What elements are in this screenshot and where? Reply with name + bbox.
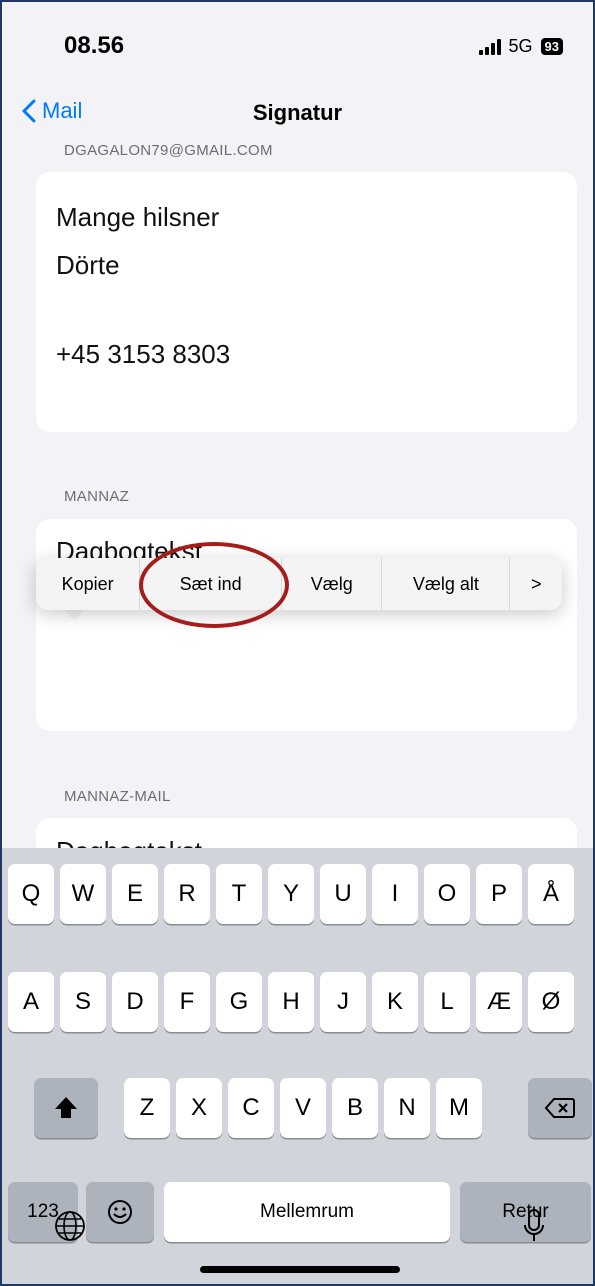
globe-icon — [55, 1211, 85, 1241]
status-indicators: 5G 93 — [478, 36, 563, 57]
shift-icon — [55, 1097, 77, 1118]
key-aa[interactable]: Å — [528, 864, 574, 924]
key-o[interactable]: O — [424, 864, 470, 924]
phone-screen: 08.56 5G 93 Mail Signatur DGAGALON79@GMA… — [0, 0, 595, 1286]
key-u[interactable]: U — [320, 864, 366, 924]
battery-icon: 93 — [540, 38, 563, 55]
key-t[interactable]: T — [216, 864, 262, 924]
key-s[interactable]: S — [60, 972, 106, 1032]
signal-icon — [478, 38, 501, 55]
keyboard: Q W E R T Y U I O P Å A S D F G H J K L … — [2, 848, 593, 1284]
microphone-icon — [524, 1209, 544, 1241]
signature-line: +45 3153 8303 — [56, 339, 231, 369]
key-f[interactable]: F — [164, 972, 210, 1032]
key-d[interactable]: D — [112, 972, 158, 1032]
key-n[interactable]: N — [384, 1078, 430, 1138]
page-title: Signatur — [252, 100, 343, 125]
key-b[interactable]: B — [332, 1078, 378, 1138]
menu-item-copy[interactable]: Kopier — [36, 558, 141, 610]
emoji-key[interactable] — [86, 1182, 154, 1242]
network-label: 5G — [508, 36, 533, 56]
key-c[interactable]: C — [228, 1078, 274, 1138]
key-j[interactable]: J — [320, 972, 366, 1032]
menu-item-select[interactable]: Vælg — [282, 558, 383, 610]
key-x[interactable]: X — [176, 1078, 222, 1138]
key-l[interactable]: L — [424, 972, 470, 1032]
home-indicator[interactable] — [200, 1266, 400, 1273]
emoji-icon — [108, 1200, 132, 1224]
key-ae[interactable]: Æ — [476, 972, 522, 1032]
shift-key[interactable] — [34, 1078, 98, 1138]
signature-line: Dörte — [56, 250, 120, 280]
backspace-icon — [545, 1098, 575, 1118]
status-time: 08.56 — [64, 32, 125, 59]
key-w[interactable]: W — [60, 864, 106, 924]
highlight-circle — [139, 542, 289, 628]
key-a[interactable]: A — [8, 972, 54, 1032]
section-header-mannaz-mail: MANNAZ-MAIL — [64, 788, 171, 805]
key-e[interactable]: E — [112, 864, 158, 924]
edit-menu: Kopier Sæt ind Vælg Vælg alt > — [36, 558, 562, 610]
key-m[interactable]: M — [436, 1078, 482, 1138]
key-z[interactable]: Z — [124, 1078, 170, 1138]
key-v[interactable]: V — [280, 1078, 326, 1138]
key-oe[interactable]: Ø — [528, 972, 574, 1032]
space-key[interactable]: Mellemrum — [164, 1182, 450, 1242]
section-header-account: DGAGALON79@GMAIL.COM — [64, 142, 273, 159]
key-i[interactable]: I — [372, 864, 418, 924]
menu-more-button[interactable]: > — [510, 558, 562, 610]
key-k[interactable]: K — [372, 972, 418, 1032]
key-p[interactable]: P — [476, 864, 522, 924]
key-q[interactable]: Q — [8, 864, 54, 924]
section-header-mannaz: MANNAZ — [64, 488, 130, 505]
key-g[interactable]: G — [216, 972, 262, 1032]
menu-item-select-all[interactable]: Vælg alt — [382, 558, 511, 610]
delete-key[interactable] — [528, 1078, 592, 1138]
key-r[interactable]: R — [164, 864, 210, 924]
key-y[interactable]: Y — [268, 864, 314, 924]
signature-line: Mange hilsner — [56, 202, 220, 232]
key-h[interactable]: H — [268, 972, 314, 1032]
